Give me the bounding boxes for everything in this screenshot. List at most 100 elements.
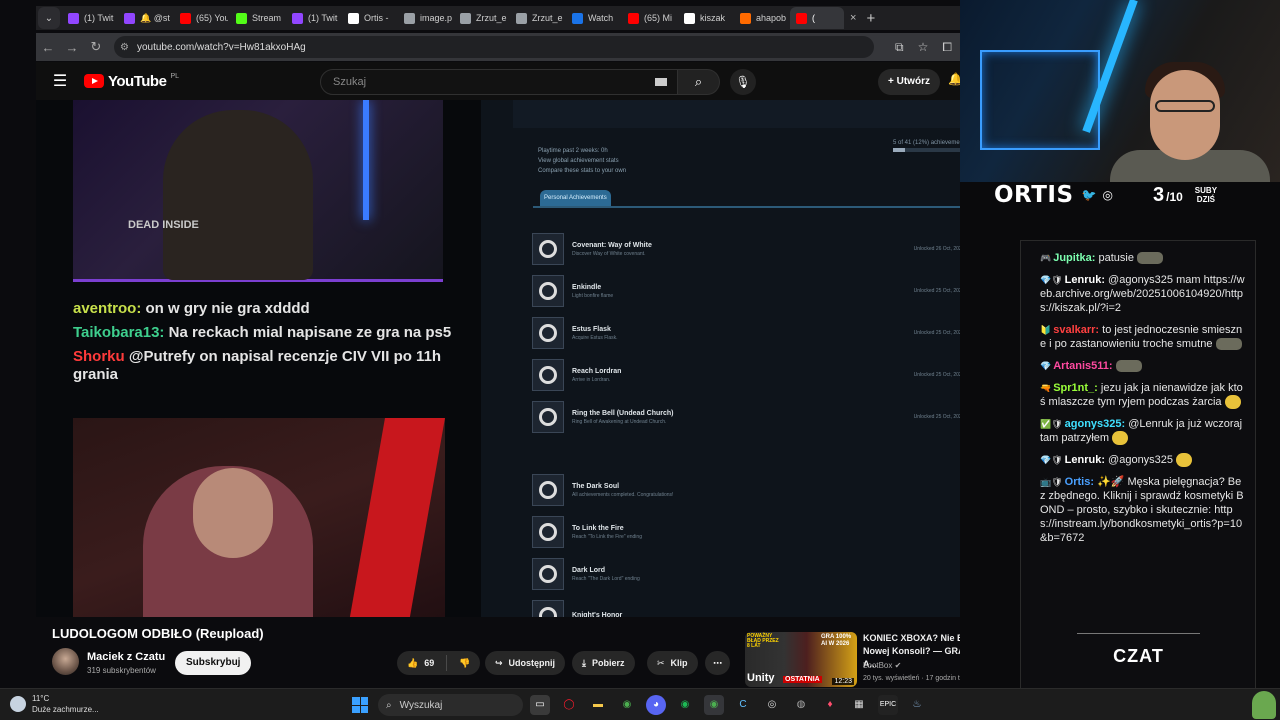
cast-icon[interactable]: ⧉ xyxy=(895,40,904,55)
clip-button[interactable]: ✂ Klip xyxy=(647,651,698,675)
browser-tab[interactable]: image.p xyxy=(398,7,452,29)
browser-tab[interactable]: kiszak xyxy=(678,7,732,29)
download-button[interactable]: ⤓ Pobierz xyxy=(572,651,635,675)
edge-icon[interactable]: C xyxy=(733,695,753,715)
stream-overlay: ORTIS 🐦 ◎ 3 /10 SUBY DZIŚ 🎮 Jupitka: patu… xyxy=(960,0,1280,720)
app-icon[interactable]: ◍ xyxy=(791,695,811,715)
video-chat-line: Taikobara13: Na reckach mial napisane ze… xyxy=(73,324,453,342)
achievement-icon xyxy=(532,233,564,265)
browser-tab[interactable]: ( xyxy=(790,7,844,29)
steam-achievement-row: Enkindle Light bonfire flame Unlocked 25 O… xyxy=(532,273,993,309)
reload-icon[interactable]: ↻ xyxy=(84,39,108,55)
browser-tab[interactable]: (1) Twit xyxy=(62,7,116,29)
voice-search-button[interactable]: 🎙 xyxy=(730,69,756,95)
weather-text: Duże zachmurze... xyxy=(32,705,99,714)
tab-favicon-icon xyxy=(292,12,303,24)
thumbs-down-icon[interactable]: 👎 xyxy=(459,658,470,669)
youtube-logo[interactable]: YouTube PL xyxy=(84,73,179,90)
video-chat-overlay: aventroo: on w gry nie gra xdddd Taikoba… xyxy=(73,300,453,390)
extensions-icon[interactable]: ⧠ xyxy=(942,40,952,55)
achievement-icon xyxy=(532,474,564,506)
forward-arrow-icon[interactable]: → xyxy=(60,40,84,55)
site-info-icon[interactable]: ⚙ xyxy=(120,42,129,53)
achievement-icon xyxy=(532,317,564,349)
channel-name[interactable]: Maciek z Czatu xyxy=(87,651,165,663)
divider xyxy=(446,655,448,671)
achievement-icon xyxy=(532,401,564,433)
browser-tab[interactable]: Zrzut_e xyxy=(510,7,564,29)
search-button[interactable]: ⌕ xyxy=(678,69,720,95)
tab-search-chevron-icon[interactable]: ⌄ xyxy=(38,7,60,29)
bookmark-star-icon[interactable]: ☆ xyxy=(918,40,929,55)
achievement-desc: Ring Bell of Awakening at Undead Church. xyxy=(572,418,667,425)
subscriber-count: 319 subskrybentów xyxy=(87,666,156,675)
menu-hamburger-icon[interactable]: ☰ xyxy=(36,71,84,91)
chat-emote xyxy=(1112,431,1129,446)
more-actions-button[interactable]: ⋯ xyxy=(705,651,730,675)
steam-stats: Playtime past 2 weeks: 0h View global ac… xyxy=(538,146,626,176)
file-explorer-icon[interactable]: ▬ xyxy=(588,695,608,715)
browser-tab[interactable]: (65) Mi xyxy=(622,7,676,29)
epic-games-icon[interactable]: EPIC xyxy=(878,695,898,715)
achievement-desc: Light bonfire flame xyxy=(572,292,614,299)
video-chat-user: Shorku xyxy=(73,348,125,365)
like-count[interactable]: 69 xyxy=(424,658,434,668)
grid-app-icon[interactable]: ▦ xyxy=(849,695,869,715)
video-chat-text: Na reckach mial napisane ze gra na ps5 xyxy=(168,324,452,341)
start-button[interactable] xyxy=(352,697,368,713)
browser-tab[interactable]: 🔔 @st xyxy=(118,7,172,29)
achievement-name: To Link the Fire xyxy=(572,524,624,532)
recommended-video-thumbnail[interactable]: POWAŻNY BŁĄD PRZEZ 8 LAT GRA 100% AI W 2… xyxy=(745,632,857,687)
back-arrow-icon[interactable]: ← xyxy=(36,40,60,55)
browser-tab[interactable]: Ortis - xyxy=(342,7,396,29)
steam-playtime: Playtime past 2 weeks: 0h xyxy=(538,148,608,154)
search-placeholder: Szukaj xyxy=(333,76,367,88)
video-player[interactable]: DEAD INSIDE aventroo: on w gry nie gra x… xyxy=(36,100,993,617)
browser-tab[interactable]: ahapob xyxy=(734,7,788,29)
steam-achievement-row: To Link the Fire Reach "To Link the Fire"… xyxy=(532,514,993,550)
address-bar[interactable]: ⚙ youtube.com/watch?v=Hw81akxoHAg xyxy=(114,36,874,58)
chrome-active-icon[interactable]: ◉ xyxy=(704,695,724,715)
achievement-name: Ring the Bell (Undead Church) xyxy=(572,409,674,417)
steam-tab-underline xyxy=(533,206,993,208)
browser-tab[interactable]: Stream xyxy=(230,7,284,29)
steam-personal-tab: Personal Achievements xyxy=(540,190,611,206)
chat-text: @agonys325 xyxy=(1108,454,1174,467)
create-button[interactable]: + Utwórz xyxy=(878,69,940,95)
app-icon[interactable]: ◎ xyxy=(762,695,782,715)
region-code: PL xyxy=(170,72,179,80)
chat-username: Ortis: xyxy=(1064,476,1094,489)
achievement-name: Dark Lord xyxy=(572,566,606,574)
task-view-icon[interactable]: ▭ xyxy=(530,695,550,715)
steam-icon[interactable]: ♨ xyxy=(907,695,927,715)
tab-label: image.p xyxy=(420,13,452,23)
browser-tab[interactable]: Watch xyxy=(566,7,620,29)
browser-tab[interactable]: (1) Twit xyxy=(286,7,340,29)
spotify-icon[interactable]: ◉ xyxy=(675,695,695,715)
close-tab-icon[interactable]: × xyxy=(850,12,856,24)
keyboard-icon[interactable] xyxy=(655,78,667,86)
opera-icon[interactable]: ◯ xyxy=(559,695,579,715)
search-input[interactable]: Szukaj xyxy=(320,69,678,95)
chat-title: CZAT xyxy=(1113,646,1164,666)
discord-icon[interactable]: ◕ xyxy=(646,695,666,715)
channel-avatar[interactable] xyxy=(52,648,79,675)
thumbs-up-icon[interactable]: 👍 xyxy=(407,658,418,669)
chat-username: Lenruk: xyxy=(1064,274,1105,286)
tab-label: Zrzut_e xyxy=(476,13,507,23)
tab-favicon-icon xyxy=(516,12,527,24)
weather-widget[interactable]: 11°C Duże zachmurze... xyxy=(10,693,99,715)
share-button[interactable]: ↪ Udostępnij xyxy=(485,651,566,675)
chat-message: 💎🛡 Lenruk: @agonys325 mam https://web.arc… xyxy=(1040,273,1245,315)
recommended-channel[interactable]: LootBox ✔ xyxy=(863,661,901,670)
pinned-apps: ▭ ◯ ▬ ◉ ◕ ◉ ◉ C ◎ ◍ ♦ ▦ EPIC ♨ xyxy=(530,695,927,715)
chrome-icon[interactable]: ◉ xyxy=(617,695,637,715)
new-tab-button[interactable]: + xyxy=(866,10,875,27)
taskbar-search[interactable]: ⌕ Wyszukaj xyxy=(378,694,523,716)
browser-tab[interactable]: (65) You xyxy=(174,7,228,29)
pin-icon[interactable]: ♦ xyxy=(820,695,840,715)
recommended-meta: 20 tys. wyświetleń · 17 godzin temu xyxy=(863,675,974,682)
chat-username: agonys325: xyxy=(1064,418,1126,431)
browser-tab[interactable]: Zrzut_e xyxy=(454,7,508,29)
subscribe-button[interactable]: Subskrybuj xyxy=(175,651,252,675)
